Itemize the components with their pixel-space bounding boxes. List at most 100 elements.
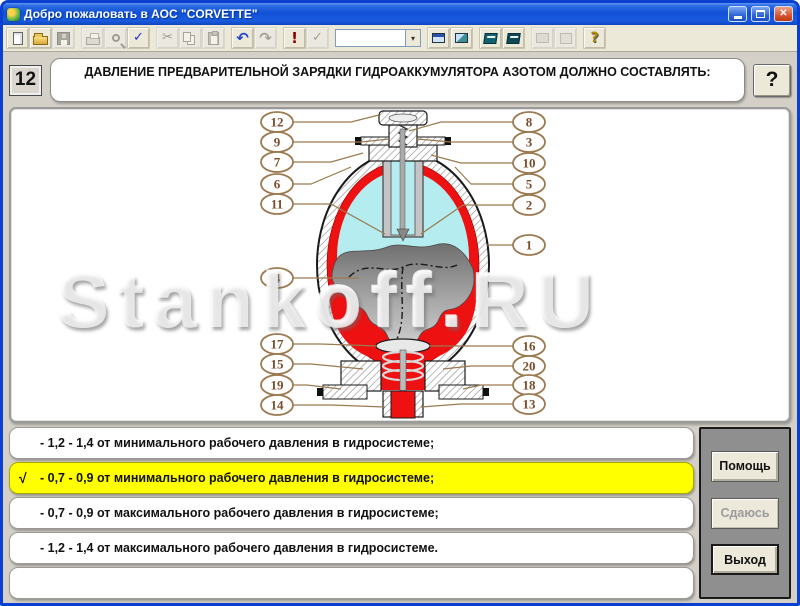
- answer-text: - 1,2 - 1,4 от максимального рабочего да…: [40, 541, 438, 555]
- give-up-button[interactable]: Сдаюсь: [711, 498, 779, 529]
- window-view-button[interactable]: [427, 27, 450, 49]
- svg-text:9: 9: [274, 135, 281, 150]
- undo-button[interactable]: ↶: [231, 27, 254, 49]
- question-combobox[interactable]: ▾: [335, 29, 421, 47]
- bottom-port-inner: [391, 391, 415, 418]
- svg-text:14: 14: [271, 398, 285, 413]
- bottom-flange-right: [439, 385, 483, 399]
- window-title: Добро пожаловать в АОС "CORVETTE": [24, 7, 724, 21]
- redo-icon: ↷: [259, 30, 272, 46]
- callouts-right: 8 3 10 5 2 1 16 20 18 13: [513, 112, 545, 414]
- poppet-stem: [400, 350, 406, 394]
- svg-text:6: 6: [274, 177, 281, 192]
- window-view-icon: [432, 33, 445, 43]
- minimize-button[interactable]: [728, 6, 747, 22]
- combobox-value: [336, 30, 405, 46]
- close-button[interactable]: ✕: [774, 6, 793, 22]
- close-icon: ✕: [779, 9, 787, 19]
- paste-button[interactable]: [202, 27, 225, 49]
- svg-text:11: 11: [271, 197, 283, 212]
- run-button[interactable]: !: [283, 27, 306, 49]
- exclamation-icon: !: [291, 30, 298, 46]
- answer-option-2-selected[interactable]: √ - 0,7 - 0,9 от минимального рабочего д…: [9, 462, 694, 494]
- book-light-button[interactable]: [502, 27, 525, 49]
- book-light-icon: [506, 33, 521, 44]
- svg-text:16: 16: [523, 339, 537, 354]
- help-icon: ?: [590, 30, 598, 46]
- accumulator-diagram: 12 9 7 6 11 4 17 15 19 14 8 3 10 5: [11, 109, 791, 421]
- new-document-icon: [13, 32, 23, 45]
- preview-button[interactable]: [104, 27, 127, 49]
- print-button[interactable]: [81, 27, 104, 49]
- book-dark-icon: [483, 33, 498, 44]
- open-button[interactable]: [29, 27, 52, 49]
- notes-icon: [560, 33, 572, 44]
- save-button[interactable]: [52, 27, 75, 49]
- paste-icon: [208, 32, 219, 45]
- print-preview-icon: [112, 34, 120, 42]
- titlebar: Добро пожаловать в АОС "CORVETTE" ✕: [3, 3, 797, 25]
- answer-option-4[interactable]: - 1,2 - 1,4 от максимального рабочего да…: [9, 532, 694, 564]
- toolbar: ✓ ✂ ↶ ↷ ! ✓ ▾ ?: [3, 25, 797, 52]
- question-text: ДАВЛЕНИЕ ПРЕДВАРИТЕЛЬНОЙ ЗАРЯДКИ ГИДРОАК…: [84, 65, 710, 81]
- svg-text:20: 20: [523, 359, 536, 374]
- maximize-button[interactable]: [751, 6, 770, 22]
- answer-option-5-empty[interactable]: [9, 567, 694, 599]
- svg-text:10: 10: [523, 156, 536, 171]
- valve-cap-top: [389, 114, 417, 122]
- client-area: 12 ДАВЛЕНИЕ ПРЕДВАРИТЕЛЬНОЙ ЗАРЯДКИ ГИДР…: [3, 52, 797, 603]
- question-number: 12: [9, 65, 42, 96]
- validate-button[interactable]: ✓: [306, 27, 329, 49]
- svg-text:2: 2: [526, 198, 533, 213]
- valve-rod: [400, 129, 405, 229]
- answer-option-3[interactable]: - 0,7 - 0,9 от максимального рабочего да…: [9, 497, 694, 529]
- send-button[interactable]: [531, 27, 554, 49]
- svg-text:13: 13: [523, 397, 537, 412]
- picture-view-button[interactable]: [450, 27, 473, 49]
- answer-text: - 1,2 - 1,4 от минимального рабочего дав…: [40, 436, 434, 450]
- question-help-button[interactable]: ?: [753, 64, 791, 97]
- svg-text:5: 5: [526, 177, 533, 192]
- exit-button[interactable]: Выход: [711, 544, 779, 575]
- print-icon: [86, 37, 100, 45]
- picture-view-icon: [455, 33, 468, 43]
- cut-icon: ✂: [162, 30, 173, 46]
- cut-button[interactable]: ✂: [156, 27, 179, 49]
- redo-button[interactable]: ↷: [254, 27, 277, 49]
- spellcheck-button[interactable]: ✓: [127, 27, 150, 49]
- question-box: ДАВЛЕНИЕ ПРЕДВАРИТЕЛЬНОЙ ЗАРЯДКИ ГИДРОАК…: [50, 58, 745, 102]
- undo-icon: ↶: [236, 30, 249, 46]
- maximize-icon: [756, 10, 765, 18]
- svg-text:15: 15: [271, 357, 285, 372]
- svg-text:12: 12: [271, 115, 284, 130]
- bottom-nut-right: [483, 388, 489, 396]
- answer-option-1[interactable]: - 1,2 - 1,4 от минимального рабочего дав…: [9, 427, 694, 459]
- app-icon: [7, 8, 20, 21]
- diagram-panel: 12 9 7 6 11 4 17 15 19 14 8 3 10 5: [9, 107, 791, 423]
- svg-text:3: 3: [526, 135, 533, 150]
- copy-button[interactable]: [179, 27, 202, 49]
- svg-text:19: 19: [271, 378, 285, 393]
- copy-icon: [183, 32, 191, 42]
- bottom-area: - 1,2 - 1,4 от минимального рабочего дав…: [9, 427, 791, 599]
- help-toolbar-button[interactable]: ?: [583, 27, 606, 49]
- send-icon: [536, 33, 549, 43]
- help-button[interactable]: Помощь: [711, 451, 779, 482]
- check-icon: ✓: [312, 30, 323, 46]
- book-dark-button[interactable]: [479, 27, 502, 49]
- new-button[interactable]: [6, 27, 29, 49]
- answer-text: - 0,7 - 0,9 от максимального рабочего да…: [40, 506, 439, 520]
- notes-button[interactable]: [554, 27, 577, 49]
- svg-text:4: 4: [274, 271, 281, 286]
- open-folder-icon: [33, 36, 48, 45]
- side-button-panel: Помощь Сдаюсь Выход: [699, 427, 791, 599]
- combobox-arrow-icon[interactable]: ▾: [405, 30, 420, 46]
- callouts-left: 12 9 7 6 11 4 17 15 19 14: [261, 112, 293, 415]
- app-window: Добро пожаловать в АОС "CORVETTE" ✕ ✓ ✂ …: [0, 0, 800, 606]
- svg-text:1: 1: [526, 238, 533, 253]
- valve-nut-left: [355, 137, 361, 145]
- svg-text:7: 7: [274, 155, 281, 170]
- save-icon: [57, 32, 70, 45]
- answer-text: - 0,7 - 0,9 от минимального рабочего дав…: [40, 471, 434, 485]
- minimize-icon: [734, 16, 742, 19]
